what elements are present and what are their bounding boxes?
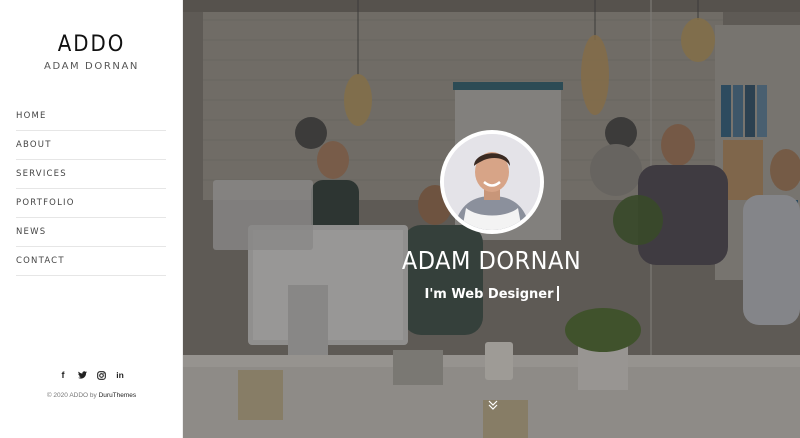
facebook-icon[interactable]: f [59,370,68,380]
nav-item-portfolio[interactable]: PORTFOLIO [16,189,166,218]
double-chevron-down-icon[interactable] [486,398,500,412]
nav-item-services[interactable]: SERVICES [16,160,166,189]
social-links: f in [0,370,183,380]
site-logo[interactable]: ADDO [0,32,183,57]
nav-item-about[interactable]: ABOUT [16,131,166,160]
hero-section: ADAM DORNAN I'm Web Designer [183,0,800,438]
nav-item-home[interactable]: HOME [16,102,166,131]
copyright-text: © 2020 ADDO by [46,392,97,399]
profile-avatar [440,130,544,234]
hero-name: ADAM DORNAN [401,246,582,275]
twitter-icon[interactable] [77,370,87,380]
hero-role: I'm Web Designer [183,286,800,302]
copyright: © 2020 ADDO by DuruThemes [0,392,183,399]
nav-item-news[interactable]: NEWS [16,218,166,247]
typing-cursor [556,286,559,301]
nav-item-contact[interactable]: CONTACT [16,247,166,276]
hero-role-text: I'm Web Designer [424,287,554,302]
site-subtitle: ADAM DORNAN [44,61,139,72]
author-link[interactable]: DuruThemes [99,392,137,399]
linkedin-icon[interactable]: in [116,370,125,380]
instagram-icon[interactable] [96,370,106,380]
sidebar: ADDO ADAM DORNAN HOME ABOUT SERVICES POR… [0,0,183,438]
main-nav: HOME ABOUT SERVICES PORTFOLIO NEWS CONTA… [16,102,166,276]
